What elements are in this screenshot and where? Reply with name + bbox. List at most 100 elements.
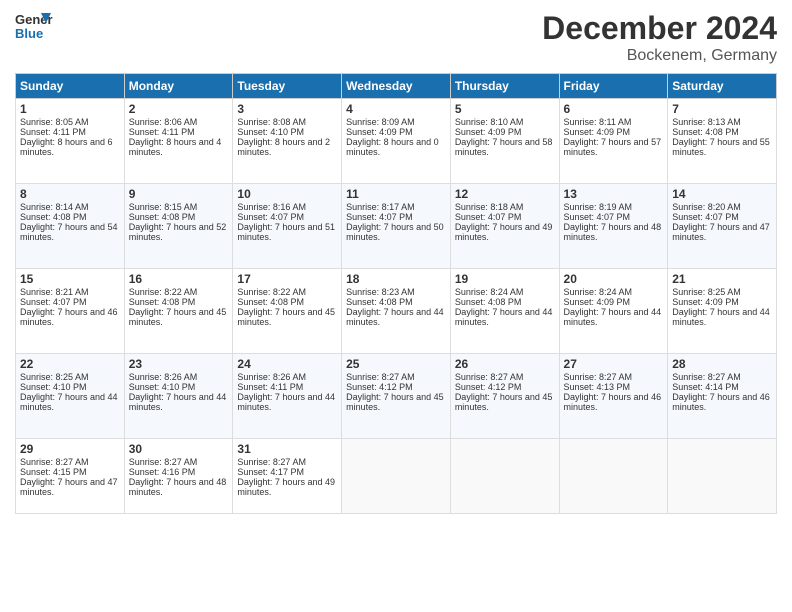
daylight-text: Daylight: 7 hours and 47 minutes. bbox=[672, 222, 770, 242]
sunset-text: Sunset: 4:12 PM bbox=[455, 382, 522, 392]
calendar-cell: 19Sunrise: 8:24 AMSunset: 4:08 PMDayligh… bbox=[450, 269, 559, 354]
sunrise-text: Sunrise: 8:17 AM bbox=[346, 202, 415, 212]
calendar-cell: 7Sunrise: 8:13 AMSunset: 4:08 PMDaylight… bbox=[668, 99, 777, 184]
day-number: 12 bbox=[455, 187, 555, 201]
daylight-text: Daylight: 8 hours and 4 minutes. bbox=[129, 137, 222, 157]
calendar-cell: 23Sunrise: 8:26 AMSunset: 4:10 PMDayligh… bbox=[124, 354, 233, 439]
daylight-text: Daylight: 7 hours and 44 minutes. bbox=[455, 307, 553, 327]
day-number: 17 bbox=[237, 272, 337, 286]
calendar-cell: 9Sunrise: 8:15 AMSunset: 4:08 PMDaylight… bbox=[124, 184, 233, 269]
daylight-text: Daylight: 7 hours and 51 minutes. bbox=[237, 222, 335, 242]
sunrise-text: Sunrise: 8:27 AM bbox=[20, 457, 89, 467]
calendar-cell: 26Sunrise: 8:27 AMSunset: 4:12 PMDayligh… bbox=[450, 354, 559, 439]
calendar-cell: 30Sunrise: 8:27 AMSunset: 4:16 PMDayligh… bbox=[124, 439, 233, 514]
sunset-text: Sunset: 4:07 PM bbox=[20, 297, 87, 307]
daylight-text: Daylight: 8 hours and 2 minutes. bbox=[237, 137, 330, 157]
calendar-day-header: Monday bbox=[124, 74, 233, 99]
calendar-cell: 28Sunrise: 8:27 AMSunset: 4:14 PMDayligh… bbox=[668, 354, 777, 439]
sunset-text: Sunset: 4:07 PM bbox=[564, 212, 631, 222]
sunset-text: Sunset: 4:11 PM bbox=[20, 127, 86, 137]
day-number: 16 bbox=[129, 272, 229, 286]
daylight-text: Daylight: 7 hours and 54 minutes. bbox=[20, 222, 118, 242]
calendar-cell: 31Sunrise: 8:27 AMSunset: 4:17 PMDayligh… bbox=[233, 439, 342, 514]
sunrise-text: Sunrise: 8:14 AM bbox=[20, 202, 89, 212]
page-container: General Blue December 2024 Bockenem, Ger… bbox=[0, 0, 792, 612]
day-number: 5 bbox=[455, 102, 555, 116]
sunrise-text: Sunrise: 8:26 AM bbox=[237, 372, 306, 382]
logo-icon: General Blue bbox=[15, 10, 53, 40]
calendar-cell: 1Sunrise: 8:05 AMSunset: 4:11 PMDaylight… bbox=[16, 99, 125, 184]
sunset-text: Sunset: 4:09 PM bbox=[564, 127, 631, 137]
sunrise-text: Sunrise: 8:10 AM bbox=[455, 117, 524, 127]
daylight-text: Daylight: 7 hours and 49 minutes. bbox=[237, 477, 335, 497]
day-number: 22 bbox=[20, 357, 120, 371]
sunrise-text: Sunrise: 8:22 AM bbox=[237, 287, 306, 297]
sunrise-text: Sunrise: 8:21 AM bbox=[20, 287, 89, 297]
calendar-cell: 11Sunrise: 8:17 AMSunset: 4:07 PMDayligh… bbox=[342, 184, 451, 269]
calendar-cell: 16Sunrise: 8:22 AMSunset: 4:08 PMDayligh… bbox=[124, 269, 233, 354]
calendar-cell: 24Sunrise: 8:26 AMSunset: 4:11 PMDayligh… bbox=[233, 354, 342, 439]
day-number: 9 bbox=[129, 187, 229, 201]
daylight-text: Daylight: 7 hours and 45 minutes. bbox=[237, 307, 335, 327]
sunset-text: Sunset: 4:16 PM bbox=[129, 467, 196, 477]
sunset-text: Sunset: 4:13 PM bbox=[564, 382, 631, 392]
day-number: 19 bbox=[455, 272, 555, 286]
daylight-text: Daylight: 7 hours and 46 minutes. bbox=[564, 392, 662, 412]
sunset-text: Sunset: 4:07 PM bbox=[672, 212, 739, 222]
calendar-day-header: Tuesday bbox=[233, 74, 342, 99]
sunrise-text: Sunrise: 8:27 AM bbox=[672, 372, 741, 382]
page-header: General Blue December 2024 Bockenem, Ger… bbox=[15, 10, 777, 65]
daylight-text: Daylight: 7 hours and 52 minutes. bbox=[129, 222, 227, 242]
calendar-cell bbox=[559, 439, 668, 514]
sunrise-text: Sunrise: 8:25 AM bbox=[20, 372, 89, 382]
calendar-cell: 12Sunrise: 8:18 AMSunset: 4:07 PMDayligh… bbox=[450, 184, 559, 269]
day-number: 20 bbox=[564, 272, 664, 286]
day-number: 24 bbox=[237, 357, 337, 371]
daylight-text: Daylight: 7 hours and 44 minutes. bbox=[129, 392, 227, 412]
daylight-text: Daylight: 7 hours and 45 minutes. bbox=[455, 392, 553, 412]
day-number: 10 bbox=[237, 187, 337, 201]
sunrise-text: Sunrise: 8:16 AM bbox=[237, 202, 306, 212]
sunrise-text: Sunrise: 8:27 AM bbox=[455, 372, 524, 382]
sunrise-text: Sunrise: 8:15 AM bbox=[129, 202, 198, 212]
calendar-cell bbox=[450, 439, 559, 514]
daylight-text: Daylight: 7 hours and 44 minutes. bbox=[346, 307, 444, 327]
sunset-text: Sunset: 4:08 PM bbox=[129, 212, 196, 222]
calendar-cell: 22Sunrise: 8:25 AMSunset: 4:10 PMDayligh… bbox=[16, 354, 125, 439]
sunrise-text: Sunrise: 8:13 AM bbox=[672, 117, 741, 127]
sunset-text: Sunset: 4:08 PM bbox=[237, 297, 304, 307]
calendar-day-header: Sunday bbox=[16, 74, 125, 99]
calendar-cell: 17Sunrise: 8:22 AMSunset: 4:08 PMDayligh… bbox=[233, 269, 342, 354]
daylight-text: Daylight: 7 hours and 44 minutes. bbox=[672, 307, 770, 327]
sunrise-text: Sunrise: 8:27 AM bbox=[129, 457, 198, 467]
daylight-text: Daylight: 7 hours and 46 minutes. bbox=[672, 392, 770, 412]
sunrise-text: Sunrise: 8:06 AM bbox=[129, 117, 198, 127]
sunset-text: Sunset: 4:09 PM bbox=[455, 127, 522, 137]
title-area: December 2024 Bockenem, Germany bbox=[542, 10, 777, 65]
sunrise-text: Sunrise: 8:20 AM bbox=[672, 202, 741, 212]
day-number: 13 bbox=[564, 187, 664, 201]
day-number: 7 bbox=[672, 102, 772, 116]
daylight-text: Daylight: 7 hours and 49 minutes. bbox=[455, 222, 553, 242]
day-number: 28 bbox=[672, 357, 772, 371]
sunset-text: Sunset: 4:10 PM bbox=[20, 382, 87, 392]
sunset-text: Sunset: 4:07 PM bbox=[237, 212, 304, 222]
day-number: 1 bbox=[20, 102, 120, 116]
sunrise-text: Sunrise: 8:24 AM bbox=[455, 287, 524, 297]
month-title: December 2024 bbox=[542, 10, 777, 47]
calendar-cell: 20Sunrise: 8:24 AMSunset: 4:09 PMDayligh… bbox=[559, 269, 668, 354]
calendar-cell: 5Sunrise: 8:10 AMSunset: 4:09 PMDaylight… bbox=[450, 99, 559, 184]
calendar-cell: 13Sunrise: 8:19 AMSunset: 4:07 PMDayligh… bbox=[559, 184, 668, 269]
sunset-text: Sunset: 4:08 PM bbox=[346, 297, 413, 307]
sunrise-text: Sunrise: 8:27 AM bbox=[346, 372, 415, 382]
day-number: 6 bbox=[564, 102, 664, 116]
daylight-text: Daylight: 7 hours and 44 minutes. bbox=[237, 392, 335, 412]
calendar-day-header: Thursday bbox=[450, 74, 559, 99]
day-number: 26 bbox=[455, 357, 555, 371]
sunrise-text: Sunrise: 8:22 AM bbox=[129, 287, 198, 297]
day-number: 30 bbox=[129, 442, 229, 456]
day-number: 14 bbox=[672, 187, 772, 201]
daylight-text: Daylight: 8 hours and 6 minutes. bbox=[20, 137, 113, 157]
daylight-text: Daylight: 7 hours and 45 minutes. bbox=[346, 392, 444, 412]
day-number: 25 bbox=[346, 357, 446, 371]
